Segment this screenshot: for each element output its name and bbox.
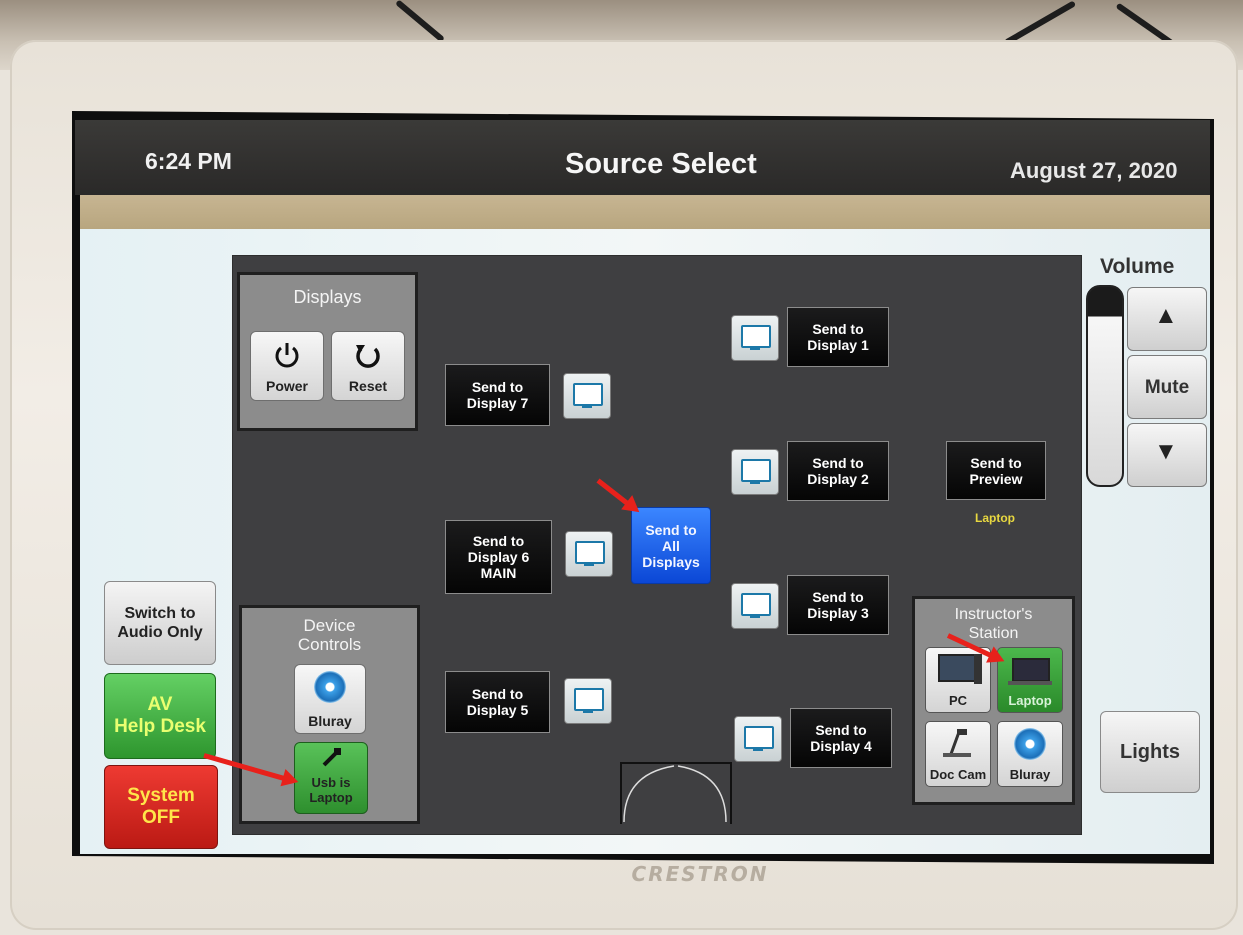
power-button[interactable]: Power xyxy=(250,331,324,401)
display-2-icon xyxy=(731,449,779,495)
usb-is-laptop-label: Usb is Laptop xyxy=(309,775,353,805)
reset-label: Reset xyxy=(348,378,388,394)
source-doc-cam-label: Doc Cam xyxy=(929,767,987,782)
volume-level-bar[interactable] xyxy=(1086,285,1124,487)
display-5-icon xyxy=(564,678,612,724)
device-controls-title: Device Controls xyxy=(297,616,362,654)
display-1-icon xyxy=(731,315,779,361)
mute-label: Mute xyxy=(1144,377,1190,398)
power-label: Power xyxy=(265,378,308,394)
header-bar: 6:24 PM Source Select August 27, 2020 xyxy=(75,120,1210,195)
clock-time: 6:24 PM xyxy=(145,148,232,174)
tower-icon xyxy=(974,654,982,684)
disc-icon xyxy=(314,671,346,703)
send-to-preview-button[interactable]: Send to Preview xyxy=(946,441,1046,500)
volume-level-fill xyxy=(1088,315,1122,485)
device-bluray-label: Bluray xyxy=(308,713,352,729)
current-date: August 27, 2020 xyxy=(1010,158,1178,183)
page-title: Source Select xyxy=(565,148,757,180)
door-symbol xyxy=(620,762,732,824)
usb-is-laptop-button[interactable]: Usb is Laptop xyxy=(294,742,368,814)
disc-icon xyxy=(1014,728,1046,760)
send-to-display-4-button[interactable]: Send to Display 4 xyxy=(790,708,892,768)
displays-panel-title: Displays xyxy=(293,287,362,307)
send-to-display-2-button[interactable]: Send to Display 2 xyxy=(787,441,889,501)
mute-button[interactable]: Mute xyxy=(1127,355,1207,419)
source-doc-cam-button[interactable]: Doc Cam xyxy=(925,721,991,787)
send-to-all-displays-button[interactable]: Send to All Displays xyxy=(631,507,711,584)
send-to-display-7-button[interactable]: Send to Display 7 xyxy=(445,364,550,426)
av-help-desk-button[interactable]: AV Help Desk xyxy=(104,673,216,759)
usb-icon xyxy=(322,748,341,767)
source-laptop-label: Laptop xyxy=(1008,693,1052,708)
source-laptop-button[interactable]: Laptop xyxy=(997,647,1063,713)
volume-title: Volume xyxy=(1100,255,1175,278)
display-6-icon xyxy=(565,531,613,577)
laptop-base xyxy=(1008,681,1052,685)
lights-button[interactable]: Lights xyxy=(1100,711,1200,793)
header-accent-bar xyxy=(80,195,1210,229)
switch-to-audio-only-button[interactable]: Switch to Audio Only xyxy=(104,581,216,665)
volume-down-button[interactable]: ▼ xyxy=(1127,423,1207,487)
device-bluray-button[interactable]: Bluray xyxy=(294,664,366,734)
brand-logo: CRESTRON xyxy=(631,862,769,886)
reset-icon xyxy=(356,345,380,368)
display-7-icon xyxy=(563,373,611,419)
computer-icon xyxy=(938,654,976,682)
source-pc-label: PC xyxy=(948,693,968,708)
displays-panel: Displays Power Reset xyxy=(237,272,418,431)
device-controls-panel: Device Controls Bluray Usb is Laptop xyxy=(239,605,420,824)
send-to-display-3-button[interactable]: Send to Display 3 xyxy=(787,575,889,635)
document-camera-icon xyxy=(943,729,971,757)
send-to-display-5-button[interactable]: Send to Display 5 xyxy=(445,671,550,733)
volume-up-icon: ▲ xyxy=(1154,302,1178,329)
source-pc-button[interactable]: PC xyxy=(925,647,991,713)
display-4-icon xyxy=(734,716,782,762)
volume-down-icon: ▼ xyxy=(1154,438,1178,465)
source-bluray-label: Bluray xyxy=(1009,767,1051,782)
system-off-button[interactable]: System OFF xyxy=(104,765,218,849)
instructors-station-panel: Instructor's Station PC Laptop Doc Cam B… xyxy=(912,596,1075,805)
send-to-display-1-button[interactable]: Send to Display 1 xyxy=(787,307,889,367)
power-icon xyxy=(275,343,299,368)
preview-source-label: Laptop xyxy=(975,511,1015,525)
display-3-icon xyxy=(731,583,779,629)
source-bluray-button[interactable]: Bluray xyxy=(997,721,1063,787)
send-to-display-6-main-button[interactable]: Send to Display 6 MAIN xyxy=(445,520,552,594)
instructors-station-title: Instructor's Station xyxy=(954,606,1033,642)
reset-button[interactable]: Reset xyxy=(331,331,405,401)
volume-up-button[interactable]: ▲ xyxy=(1127,287,1207,351)
laptop-icon xyxy=(1012,658,1050,682)
